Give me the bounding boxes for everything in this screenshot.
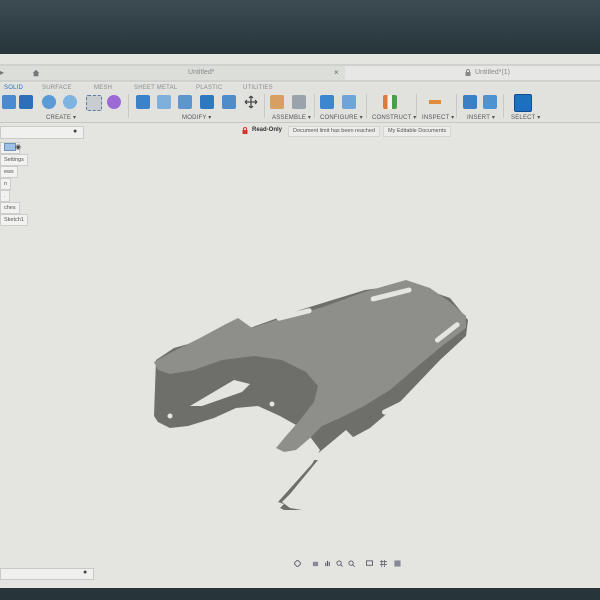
measure-icon[interactable] xyxy=(428,95,442,109)
tab-utilities[interactable]: UTILITIES xyxy=(243,85,273,91)
table-icon[interactable] xyxy=(342,95,356,109)
collapse-dot-icon[interactable]: ● xyxy=(73,128,77,135)
insert-derive-icon[interactable] xyxy=(463,95,477,109)
divider xyxy=(503,94,504,118)
lock-icon xyxy=(465,69,471,76)
chamfer-icon[interactable] xyxy=(178,95,192,109)
lock-icon xyxy=(242,127,248,134)
divider xyxy=(314,94,315,118)
extrude-icon[interactable] xyxy=(19,95,33,109)
configure-menu[interactable]: CONFIGURE ▾ xyxy=(320,114,363,121)
fillet-icon[interactable] xyxy=(157,95,171,109)
hole-icon[interactable] xyxy=(63,95,77,109)
joint-icon[interactable] xyxy=(292,95,306,109)
pattern-icon[interactable] xyxy=(86,95,102,111)
construct-menu[interactable]: CONSTRUCT ▾ xyxy=(372,114,416,121)
zoom-icon[interactable] xyxy=(336,560,343,567)
browser-item-views[interactable]: ews xyxy=(0,166,18,178)
model-plate[interactable] xyxy=(150,280,470,510)
grid-icon[interactable] xyxy=(380,560,387,567)
divider xyxy=(128,94,129,118)
document-tab-left[interactable]: ▸ Untitled* × xyxy=(0,66,345,80)
display-settings-icon[interactable] xyxy=(366,560,373,567)
tab-solid[interactable]: SOLID xyxy=(4,85,23,91)
navigation-bar xyxy=(294,558,408,570)
visibility-dot-icon: ◉ xyxy=(15,144,22,151)
form-icon[interactable] xyxy=(107,95,121,109)
insert-menu[interactable]: INSERT ▾ xyxy=(467,114,495,121)
read-only-label: Read-Only xyxy=(252,127,283,133)
browser-item-bodies[interactable]: . xyxy=(0,190,10,202)
collapse-dot-icon[interactable]: ● xyxy=(83,569,87,576)
fusion-window: ▸ Untitled* × Untitled*(1) SOLID SURFACE… xyxy=(0,54,600,590)
divider xyxy=(264,94,265,118)
assemble-menu[interactable]: ASSEMBLE ▾ xyxy=(272,114,311,121)
create-menu[interactable]: CREATE ▾ xyxy=(46,114,76,121)
revolve-icon[interactable] xyxy=(42,95,56,109)
modify-menu[interactable]: MODIFY ▾ xyxy=(182,114,212,121)
tab-plastic[interactable]: PLASTIC xyxy=(196,85,222,91)
my-editable-documents-button[interactable]: My Editable Documents xyxy=(383,126,452,137)
doc-tab-right-label: Untitled*(1) xyxy=(475,69,511,76)
toolbar-ribbon: SOLID SURFACE MESH SHEET METAL PLASTIC U… xyxy=(0,84,600,123)
doc-tab-left-label: Untitled* xyxy=(188,69,215,76)
monitor-bezel-top xyxy=(0,0,600,54)
browser-item-sketches[interactable]: ches xyxy=(0,202,20,214)
comments-panel[interactable]: ● xyxy=(0,568,94,580)
tab-surface[interactable]: SURFACE xyxy=(42,85,72,91)
insert-image-icon[interactable] xyxy=(483,95,497,109)
divider xyxy=(456,94,457,118)
hand-icon[interactable] xyxy=(324,560,331,567)
browser-item-label: . xyxy=(4,193,6,199)
configure-icon[interactable] xyxy=(320,95,334,109)
home-icon[interactable] xyxy=(32,69,40,77)
menu-icon[interactable]: ▸ xyxy=(0,66,4,80)
document-tab-strip: ▸ Untitled* × Untitled*(1) xyxy=(0,64,600,82)
orbit-icon[interactable] xyxy=(294,560,301,567)
tab-mesh[interactable]: MESH xyxy=(94,85,112,91)
new-component-icon[interactable] xyxy=(270,95,284,109)
divider xyxy=(366,94,367,118)
zoom-window-icon[interactable] xyxy=(348,560,355,567)
document-tab-right[interactable]: Untitled*(1) xyxy=(345,66,600,80)
new-sketch-icon[interactable] xyxy=(2,95,16,109)
select-icon[interactable] xyxy=(514,94,532,112)
press-pull-icon[interactable] xyxy=(136,95,150,109)
browser-item-settings[interactable]: Settings xyxy=(0,154,28,166)
browser-item-origin[interactable]: n xyxy=(0,178,12,190)
combine-icon[interactable] xyxy=(222,95,236,109)
inspect-menu[interactable]: INSPECT ▾ xyxy=(422,114,454,121)
move-icon[interactable] xyxy=(244,95,258,109)
monitor-bezel-bottom xyxy=(0,588,600,600)
shell-icon[interactable] xyxy=(200,95,214,109)
pan-icon[interactable] xyxy=(312,560,319,567)
browser-item-0: ◉ xyxy=(0,142,22,154)
divider xyxy=(416,94,417,118)
browser-panel-header[interactable]: ● xyxy=(0,126,84,139)
browser-item-sketch1[interactable]: Sketch1 xyxy=(0,214,28,226)
construct-plane-icon[interactable] xyxy=(383,95,397,109)
viewports-icon[interactable] xyxy=(394,560,401,567)
select-menu[interactable]: SELECT ▾ xyxy=(511,114,541,121)
document-limit-message: Document limit has been reached xyxy=(288,126,380,137)
tab-sheet-metal[interactable]: SHEET METAL xyxy=(134,85,177,91)
close-icon[interactable]: × xyxy=(334,66,339,80)
